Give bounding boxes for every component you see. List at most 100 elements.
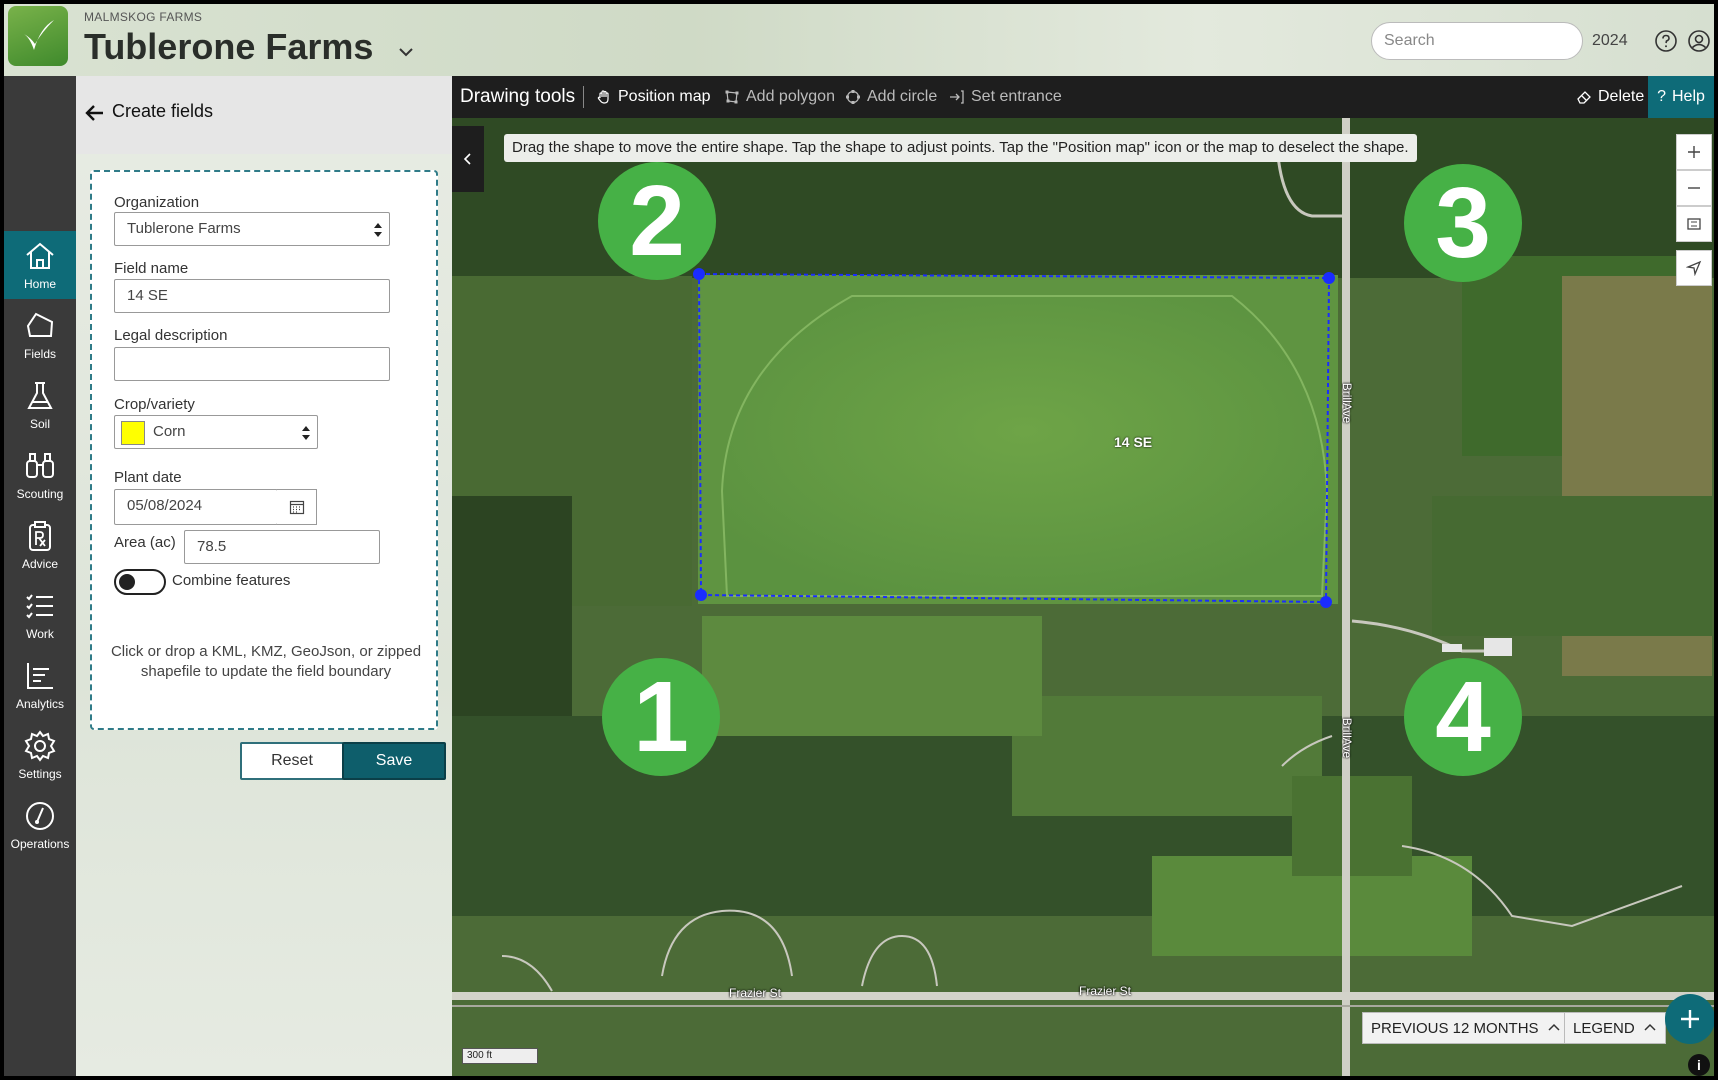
chart-icon [27, 663, 53, 689]
nav-label-scouting: Scouting [16, 487, 64, 501]
map-scale-bar: 300 ft [462, 1048, 538, 1064]
create-fields-panel: Create fields Organization Tublerone Far… [76, 76, 452, 1076]
tool-set-entrance[interactable]: Set entrance [949, 88, 1062, 106]
home-icon [26, 242, 54, 269]
combine-features-label: Combine features [172, 572, 291, 589]
field-map-label: 14 SE [1114, 434, 1153, 450]
toolbar-divider [583, 86, 584, 108]
field-name-value: 14 SE [127, 287, 168, 304]
file-drop-zone[interactable]: Click or drop a KML, KMZ, GeoJson, or zi… [102, 642, 430, 682]
nav-item-operations[interactable]: Operations [4, 791, 76, 859]
app-logo[interactable] [8, 6, 68, 66]
delete-label: Delete [1598, 88, 1645, 105]
legend-label: LEGEND [1573, 1019, 1635, 1037]
field-name-label: Field name [114, 260, 189, 277]
nav-item-home[interactable]: Home [4, 231, 76, 299]
plant-date-input[interactable]: 05/08/2024 [114, 489, 278, 525]
user-account-icon[interactable] [1687, 29, 1711, 53]
calendar-button[interactable] [277, 489, 317, 525]
select-arrows-icon [302, 426, 310, 440]
zoom-out-button[interactable] [1676, 170, 1712, 206]
plus-icon [1681, 1010, 1699, 1028]
nav-label-settings: Settings [18, 767, 62, 781]
nav-item-work[interactable]: Work [4, 581, 76, 649]
legal-description-label: Legal description [114, 327, 228, 344]
organization-select[interactable]: Tublerone Farms [114, 212, 390, 246]
callout-badge-2: 2 [598, 162, 716, 280]
road-label: Frazier St [729, 986, 782, 1000]
back-arrow-icon[interactable] [84, 102, 106, 124]
checkmark-logo-icon [24, 20, 54, 50]
info-icon[interactable]: i [1688, 1054, 1710, 1076]
nav-item-advice[interactable]: Advice [4, 511, 76, 579]
callout-badge-1: 1 [602, 658, 720, 776]
panel-title: Create fields [112, 101, 214, 121]
crop-variety-label: Crop/variety [114, 396, 195, 413]
help-button[interactable]: ? Help [1648, 76, 1714, 118]
season-year[interactable]: 2024 [1592, 32, 1628, 50]
organization-label: Organization [114, 194, 200, 211]
help-circle-icon[interactable] [1654, 29, 1678, 53]
crop-variety-value: Corn [153, 423, 186, 440]
crop-color-swatch [121, 421, 145, 445]
hand-icon [597, 90, 609, 104]
area-label: Area (ac) [114, 534, 176, 551]
nav-item-scouting[interactable]: Scouting [4, 441, 76, 509]
nav-item-analytics[interactable]: Analytics [4, 651, 76, 719]
collapse-panel-button[interactable] [452, 126, 484, 192]
entrance-icon [950, 90, 964, 104]
chevron-up-icon [1548, 1023, 1560, 1031]
field-name-input[interactable]: 14 SE [114, 279, 390, 313]
previous-12-months-button[interactable]: PREVIOUS 12 MONTHS [1362, 1012, 1570, 1044]
prescription-icon [29, 521, 51, 551]
circle-tool-icon [846, 90, 860, 104]
search-input[interactable] [1371, 22, 1583, 60]
road-label: BrillAve [1340, 717, 1355, 759]
top-header: MALMSKOG FARMS Tublerone Farms 2024 [4, 4, 1714, 76]
field-form: Organization Tublerone Farms Field name … [90, 170, 438, 730]
delete-button[interactable]: Delete [1576, 88, 1644, 106]
zoom-in-button[interactable] [1676, 134, 1712, 170]
toggle-knob [119, 574, 135, 590]
legend-button[interactable]: LEGEND [1564, 1012, 1666, 1044]
tool-add-circle[interactable]: Add circle [845, 88, 937, 106]
nav-item-fields[interactable]: Fields [4, 301, 76, 369]
chevron-down-icon[interactable] [396, 42, 416, 62]
minus-icon [1688, 187, 1700, 189]
nav-label-work: Work [26, 627, 54, 641]
nav-label-soil: Soil [29, 417, 50, 431]
previous-label: PREVIOUS 12 MONTHS [1371, 1019, 1539, 1037]
flask-icon [27, 382, 53, 409]
save-button[interactable]: Save [342, 742, 446, 780]
chevron-left-icon [463, 153, 471, 165]
organization-value: Tublerone Farms [127, 220, 241, 237]
reset-button[interactable]: Reset [240, 742, 344, 780]
fit-bounds-button[interactable] [1676, 206, 1712, 242]
drawing-hint: Drag the shape to move the entire shape.… [504, 134, 1417, 162]
tool-label: Add circle [867, 88, 938, 105]
help-label: Help [1672, 88, 1705, 105]
callout-badge-3: 3 [1404, 164, 1522, 282]
nav-label-advice: Advice [21, 557, 59, 571]
chevron-up-icon [1644, 1023, 1656, 1031]
gear-icon [24, 730, 56, 762]
binoculars-icon [26, 453, 54, 478]
nav-label-analytics: Analytics [15, 697, 65, 711]
nav-item-soil[interactable]: Soil [4, 371, 76, 439]
road-label: Frazier St [1079, 984, 1132, 998]
farm-title[interactable]: Tublerone Farms [84, 26, 373, 68]
crop-variety-select[interactable]: Corn [114, 415, 318, 449]
tool-position-map[interactable]: Position map [596, 88, 711, 106]
area-input[interactable]: 78.5 [184, 530, 380, 564]
satellite-map[interactable]: 14 SE BrillAve BrillAve Frazier St Frazi… [452, 76, 1714, 1076]
eraser-icon [1577, 91, 1591, 104]
tool-add-polygon[interactable]: Add polygon [724, 88, 835, 106]
legal-description-input[interactable] [114, 347, 390, 381]
fields-icon [26, 312, 54, 337]
add-button[interactable] [1665, 994, 1714, 1044]
combine-features-toggle[interactable] [114, 569, 166, 595]
plant-date-value: 05/08/2024 [127, 497, 203, 514]
nav-item-settings[interactable]: Settings [4, 721, 76, 789]
plus-icon [1688, 146, 1700, 158]
locate-me-button[interactable] [1676, 250, 1712, 286]
